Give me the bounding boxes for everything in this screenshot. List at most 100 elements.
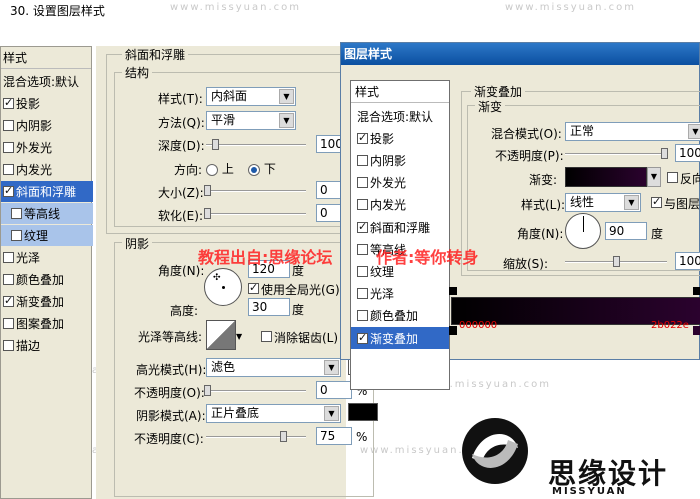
style-list-item[interactable]: 投影: [1, 93, 93, 114]
gradient-angle-input[interactable]: 90: [605, 222, 647, 240]
shadow-color-swatch[interactable]: [348, 403, 378, 421]
style-list-item[interactable]: 光泽: [1, 247, 93, 268]
opacity-stop-right[interactable]: [693, 287, 700, 295]
style-list-item[interactable]: 颜色叠加: [1, 269, 93, 290]
checkbox-icon[interactable]: [357, 131, 368, 144]
checkbox-icon[interactable]: [3, 340, 14, 351]
style-list-item[interactable]: 纹理: [1, 225, 93, 246]
gradient-preview[interactable]: [565, 167, 647, 187]
checkbox-icon[interactable]: [248, 281, 259, 294]
style-list-item[interactable]: 颜色叠加: [351, 305, 449, 327]
checkbox-icon[interactable]: [357, 331, 368, 344]
depth-slider[interactable]: [206, 139, 306, 150]
stop-start-hex: 000000: [459, 320, 498, 331]
highlight-opacity-input[interactable]: 0: [316, 381, 352, 399]
altitude-input[interactable]: 30: [248, 298, 290, 316]
checkbox-icon[interactable]: [651, 195, 662, 208]
direction-up-radio[interactable]: 上: [206, 160, 234, 177]
chevron-down-icon[interactable]: ▼: [647, 167, 661, 187]
technique-select[interactable]: 平滑 ▼: [206, 111, 296, 130]
checkbox-icon[interactable]: [357, 310, 368, 322]
style-list-item[interactable]: 内阴影: [1, 115, 93, 136]
reverse-checkbox[interactable]: 反向: [667, 170, 700, 187]
opacity-stop-left[interactable]: [449, 287, 457, 295]
checkbox-icon[interactable]: [3, 142, 14, 153]
soften-slider[interactable]: [204, 208, 306, 219]
global-light-checkbox[interactable]: 使用全局光(G): [248, 281, 340, 298]
checkbox-icon[interactable]: [357, 243, 368, 255]
blend-mode-select[interactable]: 正常 ▼: [565, 122, 700, 141]
watermark: www.missyuan.com: [170, 2, 301, 13]
chevron-down-icon[interactable]: ▼: [236, 332, 242, 341]
shadow-mode-select[interactable]: 正片叠底 ▼: [206, 404, 341, 423]
scale-input[interactable]: 100: [675, 252, 700, 270]
checkbox-icon[interactable]: [357, 177, 368, 189]
style-list-item[interactable]: 渐变叠加: [1, 291, 93, 312]
direction-down-radio[interactable]: 下: [248, 160, 276, 177]
checkbox-icon[interactable]: [3, 164, 14, 175]
style-list-item[interactable]: 斜面和浮雕: [1, 181, 93, 202]
antialias-checkbox[interactable]: 消除锯齿(L): [261, 329, 338, 346]
checkbox-icon[interactable]: [3, 120, 14, 131]
align-layer-checkbox[interactable]: 与图层: [651, 195, 700, 212]
style-list-item[interactable]: 投影: [351, 127, 449, 149]
style-list-item[interactable]: 渐变叠加: [351, 327, 449, 349]
style-list-item-label: 内发光: [16, 163, 53, 177]
angle-dial[interactable]: ✣: [204, 268, 242, 306]
size-slider[interactable]: [204, 185, 306, 196]
style-list-item[interactable]: 内发光: [351, 194, 449, 216]
checkbox-icon[interactable]: [357, 288, 368, 300]
checkbox-icon[interactable]: [3, 252, 14, 263]
checkbox-icon[interactable]: [3, 274, 14, 285]
logo-subtitle: MISSYUAN: [552, 486, 627, 497]
scale-slider[interactable]: [565, 256, 667, 267]
color-stop-right[interactable]: [693, 326, 700, 335]
style-list-item[interactable]: 图案叠加: [1, 313, 93, 334]
slider-thumb[interactable]: [204, 185, 211, 196]
gradient-style-select[interactable]: 线性 ▼: [565, 193, 641, 212]
style-list-item[interactable]: 混合选项:默认: [351, 105, 449, 127]
step-title: 30. 设置图层样式: [10, 4, 105, 18]
checkbox-icon[interactable]: [261, 331, 272, 342]
checkbox-icon[interactable]: [3, 184, 14, 197]
slider-thumb[interactable]: [613, 256, 620, 267]
style-list-item[interactable]: 内发光: [1, 159, 93, 180]
checkbox-icon[interactable]: [357, 199, 368, 211]
style-list-item[interactable]: 混合选项:默认: [1, 71, 93, 92]
slider-thumb[interactable]: [280, 431, 287, 442]
checkbox-icon[interactable]: [357, 265, 368, 277]
checkbox-icon[interactable]: [3, 294, 14, 307]
checkbox-icon[interactable]: [3, 96, 14, 109]
gloss-contour-swatch[interactable]: [206, 320, 236, 350]
gradient-opacity-input[interactable]: 100: [675, 144, 700, 162]
bevel-style-select[interactable]: 内斜面 ▼: [206, 87, 296, 106]
stop-end-hex: 2b022e: [651, 320, 689, 331]
style-list-item[interactable]: 等高线: [1, 203, 93, 224]
checkbox-icon[interactable]: [11, 230, 22, 241]
radio-selected-icon[interactable]: [248, 163, 260, 176]
radio-icon[interactable]: [206, 163, 218, 176]
checkbox-icon[interactable]: [667, 172, 678, 183]
highlight-mode-select[interactable]: 滤色 ▼: [206, 358, 341, 377]
slider-thumb[interactable]: [204, 208, 211, 219]
style-list-item[interactable]: 外发光: [351, 172, 449, 194]
gradient-angle-dial[interactable]: [565, 213, 601, 249]
slider-thumb[interactable]: [661, 148, 668, 159]
color-stop-left[interactable]: [449, 326, 457, 335]
slider-thumb[interactable]: [212, 139, 219, 150]
style-list-item[interactable]: 外发光: [1, 137, 93, 158]
gradient-opacity-slider[interactable]: [565, 148, 668, 159]
style-list-item[interactable]: 斜面和浮雕: [351, 216, 449, 238]
checkbox-icon[interactable]: [11, 208, 22, 219]
style-list-item[interactable]: 描边: [1, 335, 93, 356]
style-list-item[interactable]: 光泽: [351, 283, 449, 305]
style-list-item[interactable]: 内阴影: [351, 149, 449, 171]
highlight-opacity-slider[interactable]: [204, 385, 306, 396]
style-list-item-label: 光泽: [16, 251, 41, 265]
checkbox-icon[interactable]: [357, 154, 368, 166]
shadow-opacity-input[interactable]: 75: [316, 427, 352, 445]
checkbox-icon[interactable]: [357, 220, 368, 233]
slider-thumb[interactable]: [204, 385, 211, 396]
shadow-opacity-slider[interactable]: [206, 431, 306, 442]
checkbox-icon[interactable]: [3, 318, 14, 329]
